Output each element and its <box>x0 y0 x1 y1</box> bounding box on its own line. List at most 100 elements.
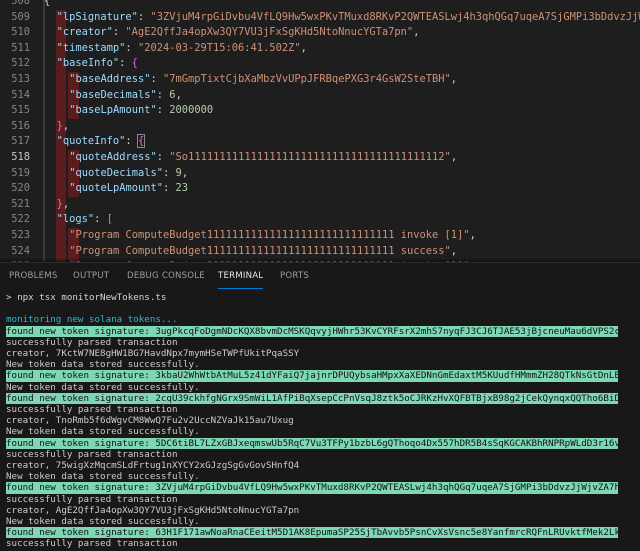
indent-guide <box>55 243 67 260</box>
terminal-signature-line: found new token signature: 63H1F171awNoa… <box>6 527 618 539</box>
code-line[interactable]: 515 "baseLpAmount": 2000000 <box>0 103 640 119</box>
code-text: "baseLpAmount": 2000000 <box>69 103 213 119</box>
token-pun: , <box>62 119 70 132</box>
code-line[interactable]: 514 "baseDecimals": 6, <box>0 87 640 104</box>
token-key: "timestamp" <box>56 41 126 54</box>
token-pun: : <box>150 73 164 85</box>
code-line[interactable]: 523 "Program ComputeBudget111111111111111… <box>0 228 640 244</box>
token-key: "logs" <box>56 213 95 226</box>
token-br2: { <box>136 134 146 149</box>
code-text: "baseInfo": { <box>57 56 138 72</box>
line-number: 524 <box>11 244 30 257</box>
token-key: "quoteLpAmount" <box>69 182 164 195</box>
terminal-signature-line: found new token signature: 2cqU39ckhfgNG… <box>6 392 618 404</box>
terminal-signature-line: found new token signature: 3ZVjuM4rpGiDv… <box>6 482 618 494</box>
token-pun: , <box>450 73 458 85</box>
terminal-line: successfully parsed transaction <box>6 538 178 550</box>
terminal-line: creator, TnoRmb5f6dWgvCM8WwQ7Fu2v2UccNZV… <box>6 415 294 427</box>
terminal-line: New token data stored successfully. <box>6 471 200 483</box>
token-str: "Program ComputeBudget111111111111111111… <box>69 229 470 241</box>
terminal-line: creator, 7KctW7NE8gHW1BG7HavdNpx7mymHSeT… <box>6 348 300 359</box>
token-str: "Program ComputeBudget111111111111111111… <box>69 244 451 257</box>
code-line[interactable]: 522 "logs": [ <box>0 212 640 228</box>
code-text: "Program ComputeBudget111111111111111111… <box>69 228 476 244</box>
tab-debug-console[interactable]: DEBUG CONSOLE <box>127 263 205 289</box>
line-number: 522 <box>11 213 30 226</box>
code-line[interactable]: 516}, <box>0 118 640 135</box>
indent-guide <box>43 150 45 166</box>
code-line[interactable]: 518 "quoteAddress": "So111111111111111111… <box>0 150 640 166</box>
token-str: "2024-03-29T15:06:41.502Z" <box>137 41 301 54</box>
terminal-command: > npx tsx monitorNewTokens.ts <box>6 292 167 303</box>
tab-output[interactable]: OUTPUT <box>73 263 109 289</box>
token-pun: : <box>137 10 151 23</box>
terminal-line: New token data stored successfully. <box>6 516 200 527</box>
token-key: "baseAddress" <box>69 73 151 85</box>
line-number: 511 <box>11 41 30 54</box>
indent-guide <box>55 181 67 197</box>
terminal-line: New token data stored successfully. <box>6 359 200 371</box>
terminal-line: creator, 75wigXzMqcmSLdFrtug1nXYCY2xGJzg… <box>6 460 300 471</box>
code-text: "lpSignature": "3ZVjuM4rpGiDvbu4VfLQ9Hw5… <box>57 10 640 26</box>
token-pun: , <box>175 88 182 101</box>
token-key: "baseInfo" <box>56 57 120 70</box>
tab-problems[interactable]: PROBLEMS <box>9 263 58 289</box>
code-line[interactable]: 508 { <box>0 0 640 10</box>
line-number: 517 <box>11 135 30 148</box>
indent-guide <box>43 243 45 260</box>
token-key: "baseDecimals" <box>69 88 157 101</box>
token-pun: : <box>163 166 176 179</box>
code-text: { <box>44 0 50 10</box>
line-number: 515 <box>11 104 30 117</box>
tab-terminal[interactable]: TERMINAL <box>218 263 263 289</box>
token-pun: , <box>413 26 420 39</box>
indent-guide <box>55 165 67 182</box>
terminal-line: successfully parsed transaction <box>6 336 178 348</box>
terminal-line: New token data stored successfully. <box>6 381 200 393</box>
indent-guide <box>43 134 45 150</box>
indent-guide <box>43 118 45 135</box>
terminal-line: successfully parsed transaction <box>6 493 178 505</box>
line-number: 519 <box>11 166 30 179</box>
terminal-output[interactable]: > npx tsx monitorNewTokens.ts monitoring … <box>0 289 640 551</box>
token-pun: : <box>156 104 170 117</box>
token-key: "baseLpAmount" <box>69 104 157 117</box>
token-pun: , <box>450 244 458 257</box>
code-line[interactable]: 511 "timestamp": "2024-03-29T15:06:41.502… <box>0 40 640 57</box>
line-number: 509 <box>11 10 30 23</box>
code-line[interactable]: 517 "quoteInfo": { <box>0 134 640 150</box>
token-pun: , <box>181 166 189 179</box>
code-line[interactable]: 519 "quoteDecimals": 9, <box>0 165 640 182</box>
code-text: "baseAddress": "7mGmpTixtCjbXaMbzVvUPpJF… <box>69 72 457 88</box>
terminal-signature-line: found new token signature: 5DC6tiBL7LZxG… <box>6 437 618 449</box>
token-key: "lpSignature" <box>56 10 138 23</box>
terminal-signature-line: found new token signature: 3ugPkcqFoDgmN… <box>6 325 618 337</box>
token-pun: : <box>156 88 170 101</box>
indent-guide <box>55 150 67 166</box>
line-number: 513 <box>11 73 30 85</box>
indent-guide <box>43 165 45 182</box>
code-line[interactable]: 509 "lpSignature": "3ZVjuM4rpGiDvbu4VfLQ9… <box>0 9 640 26</box>
code-editor[interactable]: 508 {509 "lpSignature": "3ZVjuM4rpGiDvbu4V… <box>0 0 640 262</box>
token-str: "So1111111111111111111111111111111111111… <box>169 151 451 163</box>
token-key: "creator" <box>56 26 113 39</box>
indent-guide <box>43 181 45 197</box>
indent-guide <box>55 103 67 119</box>
code-line[interactable]: 520 "quoteLpAmount": 23 <box>0 181 640 197</box>
code-line[interactable]: 524 "Program ComputeBudget111111111111111… <box>0 243 640 260</box>
indent-guide <box>43 212 45 228</box>
line-number: 523 <box>11 229 30 241</box>
tab-ports[interactable]: PORTS <box>280 263 309 289</box>
code-line[interactable]: 512 "baseInfo": { <box>0 56 640 72</box>
line-number: 520 <box>11 182 30 195</box>
token-pun: , <box>300 41 307 54</box>
indent-guide <box>43 56 45 72</box>
bottom-panel: PROBLEMS OUTPUT DEBUG CONSOLE TERMINAL P… <box>0 262 640 551</box>
code-line[interactable]: 521}, <box>0 196 640 213</box>
token-br2: [ <box>106 213 113 226</box>
code-text: }, <box>57 119 70 135</box>
code-line[interactable]: 513 "baseAddress": "7mGmpTixtCjbXaMbzVvUP… <box>0 72 640 88</box>
token-pun: , <box>62 197 70 210</box>
token-pun: : <box>125 135 138 148</box>
code-line[interactable]: 510 "creator": "AgE2QffJa4opXw3QY7VU3jFxS… <box>0 25 640 41</box>
